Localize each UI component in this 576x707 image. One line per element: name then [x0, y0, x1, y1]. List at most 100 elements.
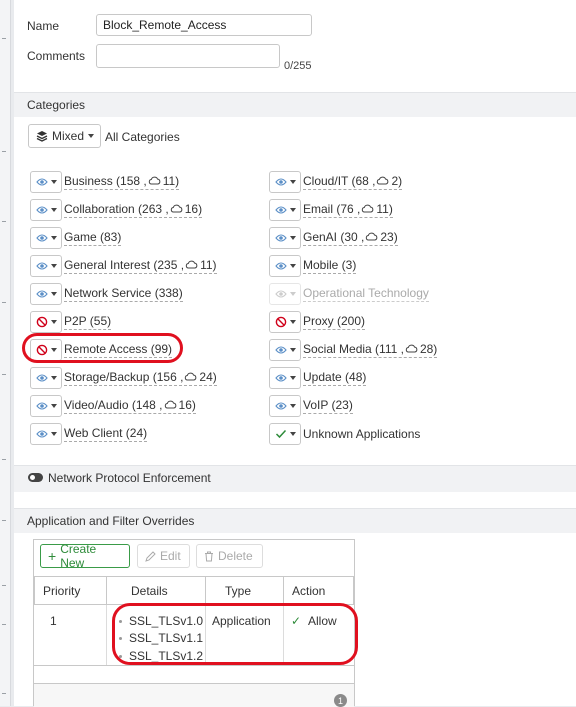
category-label-text: General Interest (235 ,	[64, 258, 185, 272]
category-action-dropdown[interactable]	[269, 339, 301, 361]
cloud-icon	[375, 174, 391, 188]
column-type[interactable]: Type	[205, 576, 284, 605]
category-action-dropdown[interactable]	[269, 311, 301, 333]
category-action-dropdown[interactable]	[30, 171, 62, 193]
cloud-icon	[360, 202, 376, 216]
column-priority[interactable]: Priority	[34, 576, 107, 605]
delete-button[interactable]: Delete	[196, 544, 263, 568]
create-new-button[interactable]: + Create New	[40, 542, 130, 570]
category-label[interactable]: VoIP (23)	[303, 398, 353, 414]
category-item: Email (76 , 11)	[269, 199, 393, 221]
mixed-dropdown[interactable]: Mixed	[28, 124, 101, 148]
category-action-dropdown[interactable]	[30, 311, 62, 333]
category-action-dropdown[interactable]	[269, 227, 301, 249]
category-label[interactable]: Collaboration (263 , 16)	[64, 202, 203, 218]
categories-title: Categories	[27, 98, 86, 112]
category-label[interactable]: Mobile (3)	[303, 258, 357, 274]
category-label[interactable]: General Interest (235 , 11)	[64, 258, 217, 274]
category-label[interactable]: Storage/Backup (156 , 24)	[64, 370, 217, 386]
name-input[interactable]: Block_Remote_Access	[96, 14, 312, 36]
category-label-text: Game (83)	[64, 230, 122, 244]
eye-icon	[274, 205, 287, 215]
category-item: Network Service (338)	[30, 283, 183, 305]
caret-down-icon	[289, 320, 296, 324]
column-label: Details	[131, 583, 168, 598]
cloud-count: 11)	[200, 258, 217, 272]
caret-down-icon	[50, 404, 57, 408]
category-action-dropdown[interactable]	[30, 227, 62, 249]
category-label-text: GenAI (30 ,	[303, 230, 365, 244]
cloud-icon	[183, 370, 199, 384]
category-item: Collaboration (263 , 16)	[30, 199, 203, 221]
caret-down-icon	[50, 320, 57, 324]
protocol-toggle[interactable]	[28, 473, 43, 482]
category-label[interactable]: Unknown Applications	[303, 427, 420, 442]
category-label[interactable]: Proxy (200)	[303, 314, 366, 330]
category-item: Business (158 , 11)	[30, 171, 180, 193]
cloud-count: 16)	[178, 398, 196, 412]
eye-icon	[35, 205, 48, 215]
edit-button[interactable]: Edit	[137, 544, 190, 568]
cloud-count: 16)	[184, 202, 203, 216]
cloud-icon	[364, 230, 380, 244]
category-label[interactable]: Business (158 , 11)	[64, 174, 180, 190]
grid-footer	[34, 683, 354, 707]
category-label[interactable]: Email (76 , 11)	[303, 202, 393, 218]
block-icon	[275, 316, 287, 328]
category-label[interactable]: Game (83)	[64, 230, 122, 246]
category-action-dropdown[interactable]	[269, 423, 301, 445]
category-action-dropdown[interactable]	[269, 171, 301, 193]
layers-icon	[36, 131, 48, 142]
category-label[interactable]: P2P (55)	[64, 314, 112, 330]
category-label[interactable]: Web Client (24)	[64, 426, 148, 442]
category-action-dropdown[interactable]	[30, 367, 62, 389]
category-label[interactable]: Cloud/IT (68 , 2)	[303, 174, 403, 190]
category-action-dropdown[interactable]	[30, 199, 62, 221]
category-action-dropdown[interactable]	[269, 367, 301, 389]
delete-label: Delete	[218, 549, 253, 563]
category-label-text: Email (76 ,	[303, 202, 361, 216]
category-item: Operational Technology	[269, 283, 429, 305]
category-label[interactable]: Video/Audio (148 , 16)	[64, 398, 196, 414]
eye-icon	[274, 261, 287, 271]
column-details[interactable]: Details	[106, 576, 206, 605]
category-label[interactable]: GenAI (30 , 23)	[303, 230, 398, 246]
caret-down-icon	[289, 292, 296, 296]
priority-cell: 1	[50, 614, 57, 628]
caret-down-icon	[289, 376, 296, 380]
caret-down-icon	[50, 208, 57, 212]
caret-down-icon	[88, 134, 95, 138]
category-action-dropdown[interactable]	[30, 255, 62, 277]
category-item: Proxy (200)	[269, 311, 366, 333]
categories-header: Categories	[14, 92, 576, 117]
eye-icon	[274, 289, 287, 299]
category-label[interactable]: Network Service (338)	[64, 286, 183, 302]
eye-icon	[35, 289, 48, 299]
column-action[interactable]: Action	[283, 576, 354, 605]
category-label-text: Operational Technology	[303, 286, 429, 300]
category-action-dropdown[interactable]	[30, 423, 62, 445]
cloud-count: 23)	[380, 230, 398, 244]
comments-textarea[interactable]	[96, 44, 280, 68]
category-label[interactable]: Social Media (111 , 28)	[303, 342, 438, 358]
category-action-dropdown[interactable]	[269, 255, 301, 277]
mixed-label: Mixed	[52, 129, 85, 143]
eye-icon	[35, 373, 48, 383]
category-item: Mobile (3)	[269, 255, 357, 277]
cloud-icon	[163, 398, 179, 412]
category-action-dropdown[interactable]	[30, 283, 62, 305]
category-action-dropdown[interactable]	[269, 395, 301, 417]
category-action-dropdown[interactable]	[269, 199, 301, 221]
category-item: VoIP (23)	[269, 395, 353, 417]
category-action-dropdown[interactable]	[30, 395, 62, 417]
category-action-dropdown	[269, 283, 301, 305]
category-label[interactable]: Update (48)	[303, 370, 367, 386]
overrides-header: Application and Filter Overrides	[14, 508, 576, 533]
cloud-icon	[169, 202, 185, 216]
category-label-text: Business (158 ,	[64, 174, 147, 188]
category-label-text: Cloud/IT (68 ,	[303, 174, 376, 188]
column-label: Priority	[43, 583, 81, 598]
comments-counter: 0/255	[284, 60, 312, 72]
category-item: GenAI (30 , 23)	[269, 227, 398, 249]
cloud-icon	[184, 258, 200, 272]
